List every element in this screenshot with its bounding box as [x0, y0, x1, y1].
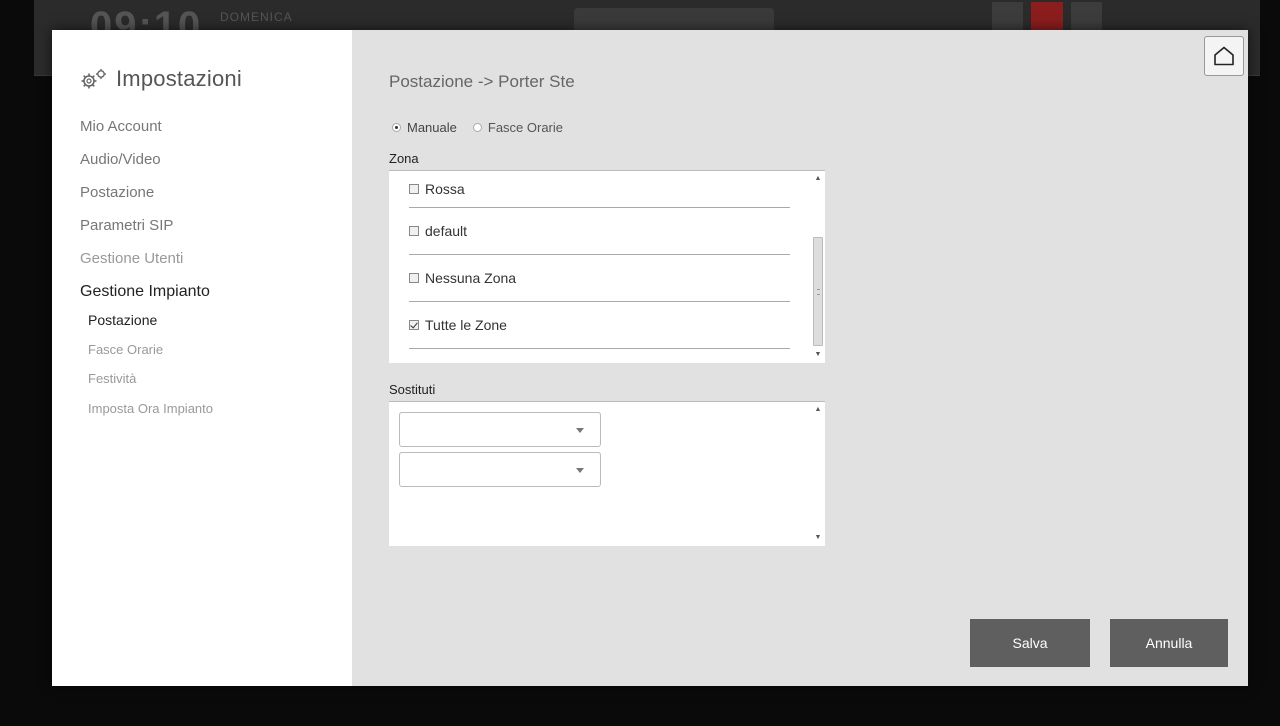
page-title: Postazione -> Porter Ste — [389, 72, 575, 91]
scroll-up-arrow-icon[interactable]: ▲ — [811, 173, 825, 185]
zona-item-tutte-le-zone[interactable]: Tutte le Zone — [409, 302, 790, 349]
zona-item-rossa[interactable]: Rossa — [409, 171, 790, 208]
scroll-up-arrow-icon[interactable]: ▲ — [811, 404, 825, 416]
sostituti-scrollbar[interactable]: ▲ ▼ — [811, 402, 825, 546]
zona-nessuna-label: Nessuna Zona — [425, 270, 517, 286]
mail-icon — [1070, 2, 1102, 32]
sostituti-box: ▲ ▼ — [389, 401, 825, 546]
sidebar-item-postazione[interactable]: Postazione — [80, 182, 340, 215]
cancel-button[interactable]: Annulla — [1110, 619, 1228, 667]
settings-main: Postazione -> Porter Ste Manuale Fasce O… — [352, 30, 1248, 686]
sidebar-nav: Mio Account Audio/Video Postazione Param… — [80, 116, 340, 430]
radio-fasce-orarie-label: Fasce Orarie — [487, 120, 564, 135]
zona-label: Zona — [389, 151, 419, 166]
sostituti-label: Sostituti — [389, 382, 436, 397]
subnav-item-fasce-orarie[interactable]: Fasce Orarie — [80, 342, 340, 372]
sidebar-item-audio-video[interactable]: Audio/Video — [80, 149, 340, 182]
alarm-icon — [1031, 2, 1063, 32]
home-button[interactable] — [1204, 36, 1244, 76]
grip-icon — [817, 288, 820, 295]
radio-fasce-orarie-dot[interactable] — [472, 123, 482, 132]
sostituto-select-1[interactable] — [399, 412, 601, 447]
zona-rossa-label: Rossa — [425, 181, 465, 197]
zona-tutte-checkbox[interactable] — [409, 320, 419, 330]
sidebar-item-parametri-sip[interactable]: Parametri SIP — [80, 215, 340, 248]
zona-list: Rossa default Nessuna Zona Tutte le Zone — [409, 171, 790, 349]
sidebar-item-gestione-utenti[interactable]: Gestione Utenti — [80, 248, 340, 281]
zona-default-label: default — [425, 223, 468, 239]
zona-rossa-checkbox[interactable] — [409, 184, 419, 194]
calls-icon — [992, 2, 1024, 32]
chevron-down-icon — [576, 428, 584, 433]
subnav-item-postazione[interactable]: Postazione — [80, 312, 340, 342]
zona-tutte-label: Tutte le Zone — [425, 317, 507, 333]
zona-scroll-thumb[interactable] — [813, 237, 823, 346]
sidebar-item-gestione-impianto[interactable]: Gestione Impianto — [80, 281, 340, 314]
sidebar-item-mio-account[interactable]: Mio Account — [80, 116, 340, 149]
settings-modal: Impostazioni Mio Account Audio/Video Pos… — [52, 30, 1248, 686]
radio-manuale-dot[interactable] — [392, 123, 401, 132]
home-icon — [1214, 46, 1234, 66]
zona-scrollbar[interactable]: ▲ ▼ — [811, 171, 825, 363]
chevron-down-icon — [576, 468, 584, 473]
sidebar-title-text: Impostazioni — [116, 66, 242, 91]
zona-item-default[interactable]: default — [409, 208, 790, 255]
sostituto-select-2[interactable] — [399, 452, 601, 487]
subnav-item-festivita[interactable]: Festività — [80, 371, 340, 401]
scroll-down-arrow-icon[interactable]: ▼ — [811, 349, 825, 361]
zona-item-nessuna-zona[interactable]: Nessuna Zona — [409, 255, 790, 302]
radio-manuale-label: Manuale — [407, 120, 457, 135]
settings-sidebar: Impostazioni Mio Account Audio/Video Pos… — [52, 30, 352, 686]
radio-fasce-orarie[interactable]: Fasce Orarie — [472, 120, 564, 135]
save-button[interactable]: Salva — [970, 619, 1090, 667]
sidebar-title: Impostazioni — [80, 66, 242, 92]
radio-manuale[interactable]: Manuale — [392, 120, 457, 135]
zona-list-box: Rossa default Nessuna Zona Tutte le Zone… — [389, 170, 825, 363]
zona-default-checkbox[interactable] — [409, 226, 419, 236]
mode-radio-group: Manuale Fasce Orarie — [392, 120, 563, 135]
background-day: DOMENICA — [220, 10, 293, 24]
sidebar-subnav: Postazione Fasce Orarie Festività Impost… — [80, 312, 340, 430]
gears-icon — [81, 69, 106, 89]
subnav-item-imposta-ora-impianto[interactable]: Imposta Ora Impianto — [80, 401, 340, 431]
zona-nessuna-checkbox[interactable] — [409, 273, 419, 283]
scroll-down-arrow-icon[interactable]: ▼ — [811, 532, 825, 544]
